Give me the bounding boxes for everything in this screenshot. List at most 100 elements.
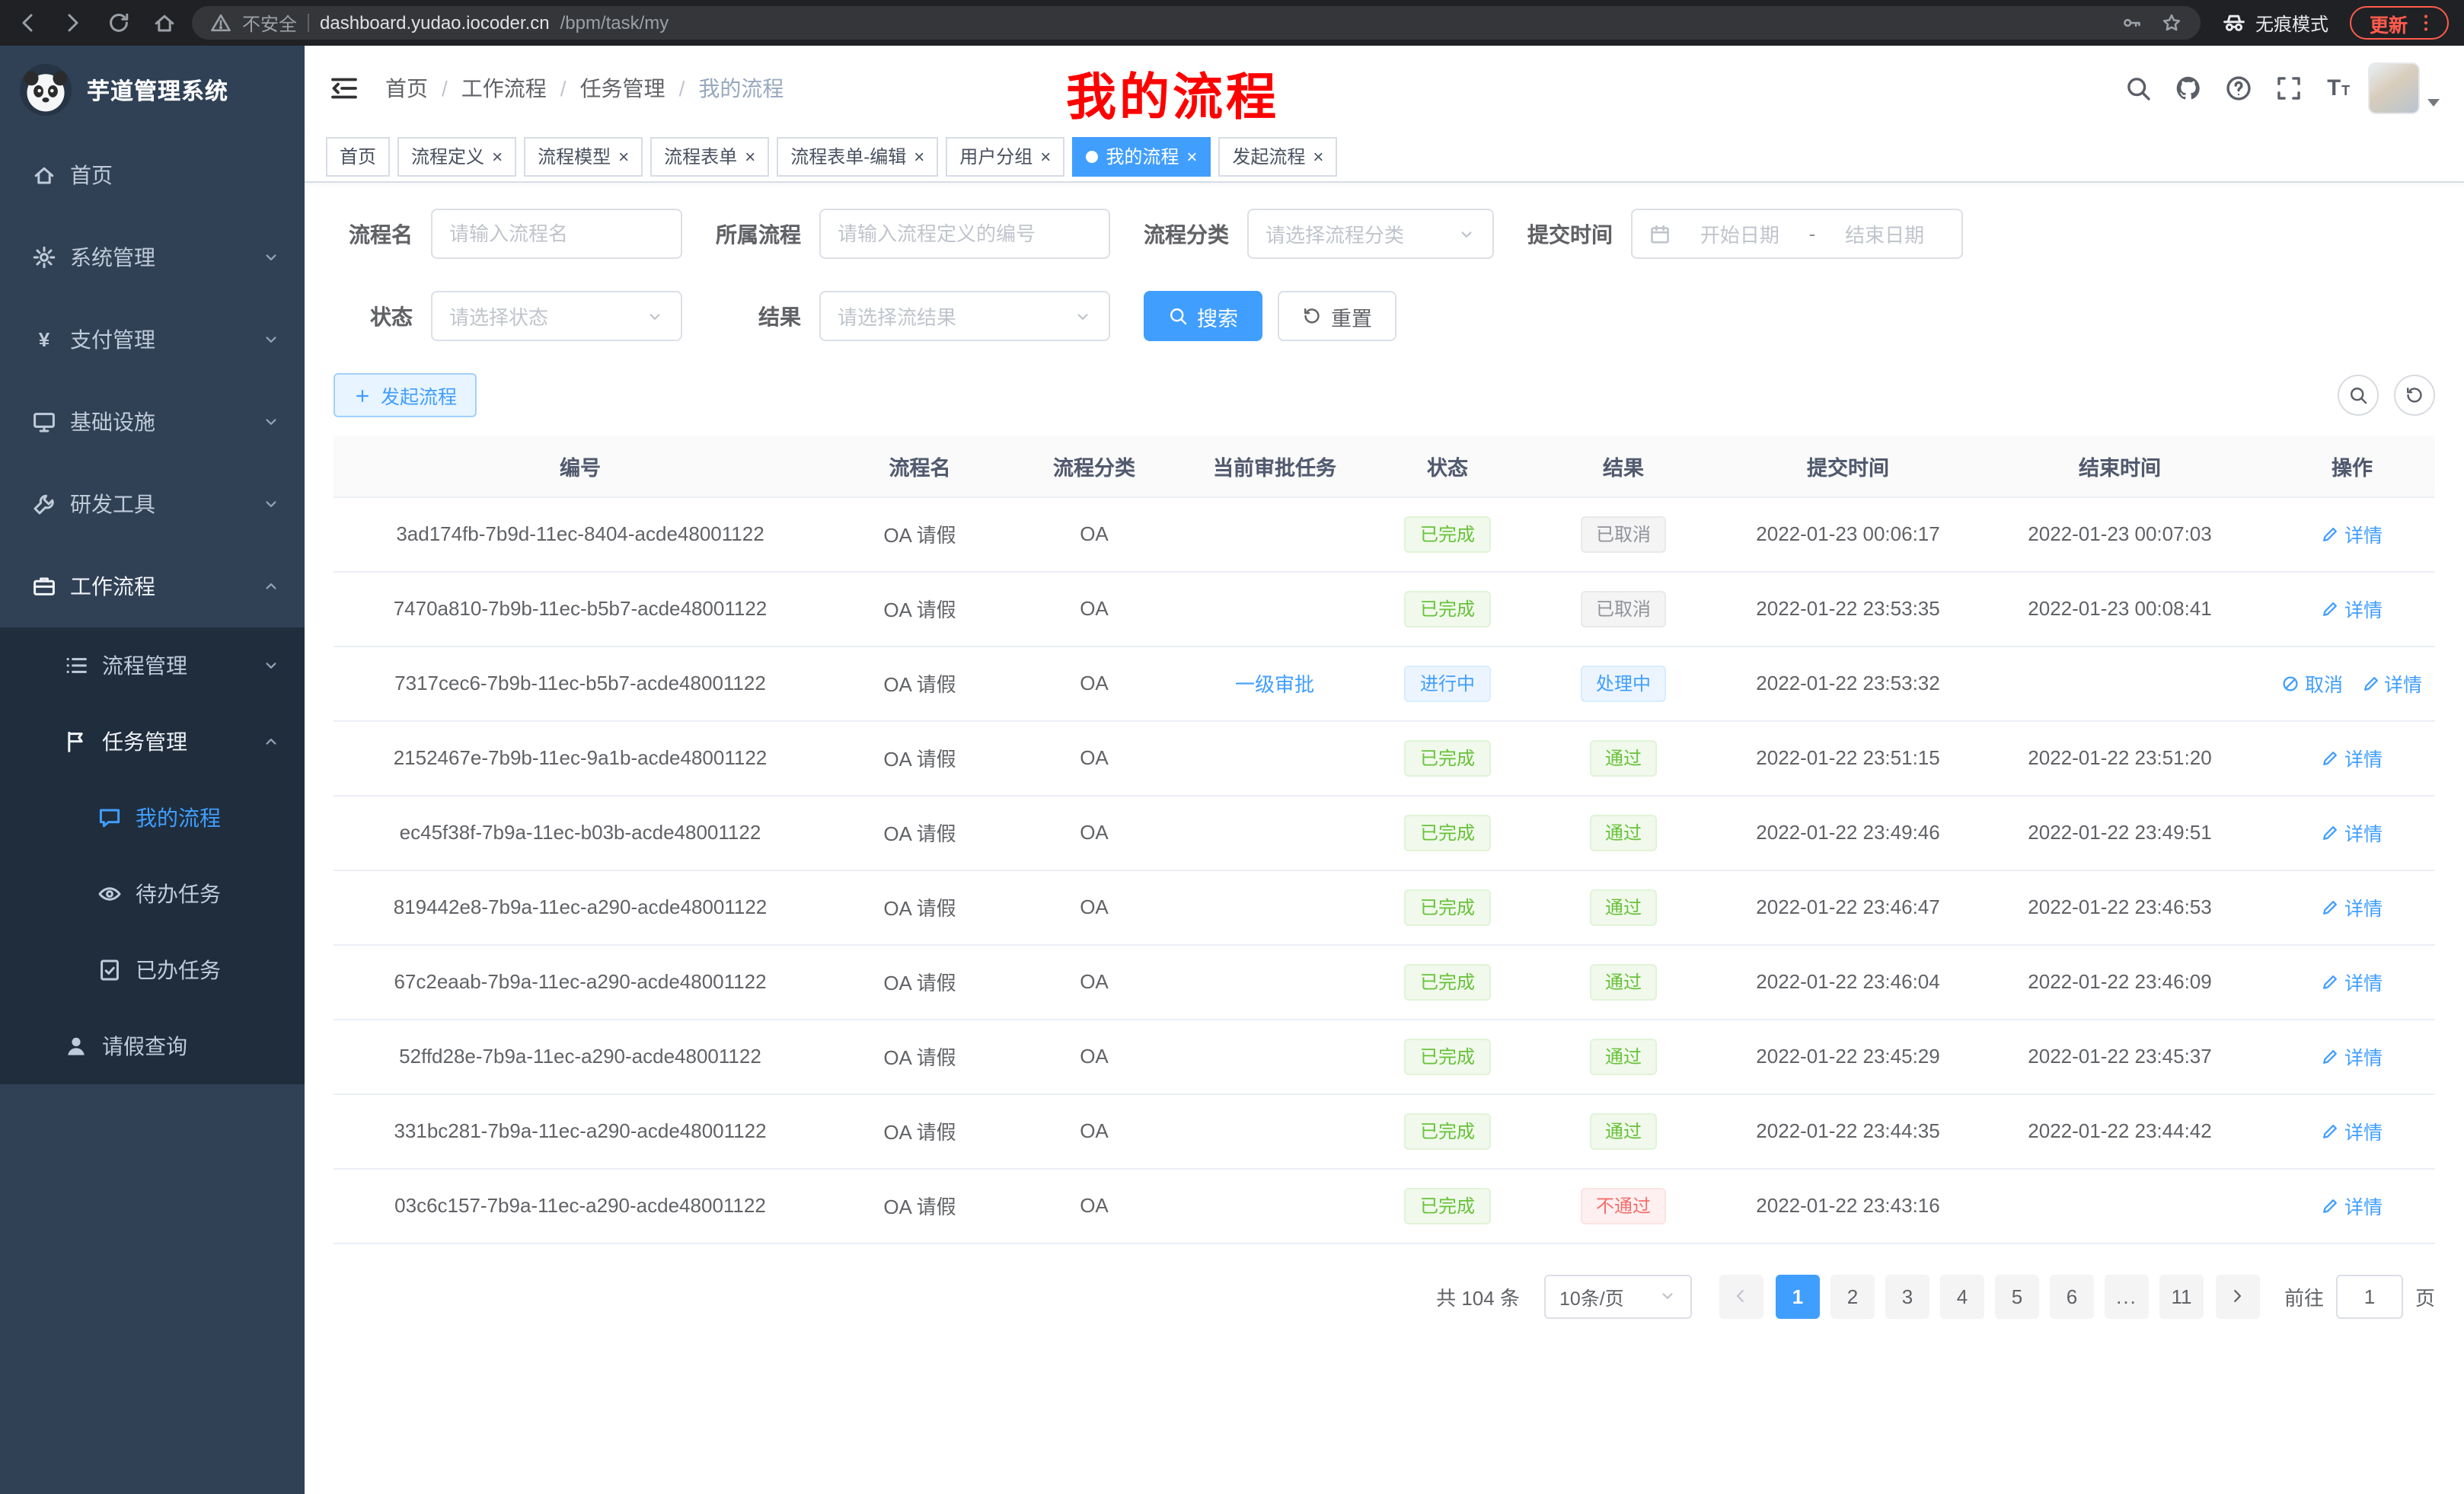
user-avatar-menu[interactable] bbox=[2368, 62, 2440, 114]
cell-category: OA bbox=[1013, 720, 1176, 795]
bookmark-star-icon[interactable] bbox=[2161, 12, 2182, 34]
detail-link[interactable]: 详情 bbox=[2322, 594, 2383, 623]
page-button-1[interactable]: 1 bbox=[1776, 1274, 1820, 1318]
back-icon[interactable] bbox=[15, 11, 40, 35]
parent-process-input[interactable] bbox=[838, 222, 1092, 245]
fullscreen-icon[interactable] bbox=[2275, 75, 2303, 102]
breadcrumb: 首页/工作流程/任务管理/我的流程 bbox=[385, 73, 784, 104]
sidebar-item-payment-management[interactable]: ¥支付管理 bbox=[0, 298, 305, 381]
process-name-input[interactable] bbox=[449, 222, 664, 245]
sidebar-item-infrastructure[interactable]: 基础设施 bbox=[0, 381, 305, 463]
svg-text:¥: ¥ bbox=[39, 328, 50, 351]
sidebar-item-label: 任务管理 bbox=[102, 726, 187, 757]
cell-status: 已完成 bbox=[1374, 944, 1521, 1019]
page-size-select[interactable]: 10条/页 bbox=[1544, 1274, 1692, 1318]
reload-icon[interactable] bbox=[107, 11, 131, 35]
sidebar-item-home[interactable]: 首页 bbox=[0, 134, 305, 216]
close-icon[interactable]: × bbox=[914, 147, 924, 165]
detail-link[interactable]: 详情 bbox=[2361, 669, 2422, 698]
result-tag: 通过 bbox=[1590, 963, 1657, 1000]
result-tag: 通过 bbox=[1590, 814, 1657, 851]
detail-link[interactable]: 详情 bbox=[2322, 1191, 2383, 1220]
tab-process-form-edit[interactable]: 流程表单-编辑× bbox=[777, 136, 938, 176]
tab-home[interactable]: 首页 bbox=[326, 136, 390, 176]
tab-process-form[interactable]: 流程表单× bbox=[650, 136, 769, 176]
sidebar-item-todo-task[interactable]: 待办任务 bbox=[0, 856, 305, 932]
page-button-5[interactable]: 5 bbox=[1995, 1274, 2039, 1318]
detail-link[interactable]: 详情 bbox=[2322, 743, 2383, 772]
tab-start-process[interactable]: 发起流程× bbox=[1218, 136, 1337, 176]
goto-unit: 页 bbox=[2415, 1282, 2435, 1310]
status-tag: 已完成 bbox=[1405, 963, 1490, 1000]
detail-link[interactable]: 详情 bbox=[2322, 1042, 2383, 1071]
github-icon[interactable] bbox=[2175, 75, 2202, 102]
home-icon[interactable] bbox=[152, 11, 177, 35]
breadcrumb-item[interactable]: 任务管理 bbox=[580, 73, 665, 104]
close-icon[interactable]: × bbox=[618, 147, 629, 165]
refresh-list-button[interactable] bbox=[2394, 375, 2435, 416]
tags-view: 首页流程定义×流程模型×流程表单×流程表单-编辑×用户分组×我的流程×发起流程× bbox=[305, 131, 2464, 183]
tab-process-model[interactable]: 流程模型× bbox=[524, 136, 643, 176]
page-ellipsis[interactable]: ... bbox=[2105, 1274, 2149, 1318]
detail-link[interactable]: 详情 bbox=[2322, 519, 2383, 548]
detail-link[interactable]: 详情 bbox=[2322, 967, 2383, 996]
goto-page-input[interactable] bbox=[2336, 1274, 2403, 1318]
cell-category: OA bbox=[1013, 496, 1176, 571]
detail-link[interactable]: 详情 bbox=[2322, 818, 2383, 847]
sidebar-item-workflow[interactable]: 工作流程 bbox=[0, 545, 305, 627]
sidebar-item-my-process[interactable]: 我的流程 bbox=[0, 780, 305, 856]
cell-actions: 详情 bbox=[2269, 944, 2435, 1019]
password-key-icon[interactable] bbox=[2121, 12, 2143, 34]
close-icon[interactable]: × bbox=[1040, 147, 1051, 165]
detail-link[interactable]: 详情 bbox=[2322, 1116, 2383, 1145]
result-select[interactable]: 请选择流结果 bbox=[819, 291, 1110, 341]
help-icon[interactable] bbox=[2225, 75, 2252, 102]
prev-page-button[interactable] bbox=[1719, 1274, 1763, 1318]
edit-icon bbox=[2322, 599, 2340, 618]
cell-status: 进行中 bbox=[1374, 646, 1521, 720]
category-select[interactable]: 请选择流程分类 bbox=[1247, 209, 1494, 259]
tab-user-group[interactable]: 用户分组× bbox=[946, 136, 1064, 176]
tab-process-definition[interactable]: 流程定义× bbox=[397, 136, 516, 176]
page-button-4[interactable]: 4 bbox=[1940, 1274, 1984, 1318]
page-button-2[interactable]: 2 bbox=[1830, 1274, 1875, 1318]
cancel-link[interactable]: 取消 bbox=[2282, 669, 2343, 698]
sidebar-item-process-management[interactable]: 流程管理 bbox=[0, 627, 305, 704]
page-button-11[interactable]: 11 bbox=[2159, 1274, 2204, 1318]
table-row: 52ffd28e-7b9a-11ec-a290-acde48001122OA 请… bbox=[334, 1019, 2435, 1093]
sidebar-item-task-management[interactable]: 任务管理 bbox=[0, 704, 305, 780]
search-icon[interactable] bbox=[2124, 75, 2152, 102]
top-navbar: 首页/工作流程/任务管理/我的流程 我的流程 TT bbox=[305, 46, 2464, 131]
cell-current-task bbox=[1176, 1168, 1374, 1243]
sidebar-item-system-management[interactable]: 系统管理 bbox=[0, 216, 305, 298]
close-icon[interactable]: × bbox=[1186, 147, 1197, 165]
update-button[interactable]: 更新 bbox=[2350, 6, 2449, 40]
status-select[interactable]: 请选择状态 bbox=[431, 291, 682, 341]
close-icon[interactable]: × bbox=[745, 147, 755, 165]
sidebar-item-leave-query[interactable]: 请假查询 bbox=[0, 1008, 305, 1084]
fontsize-icon[interactable]: TT bbox=[2325, 75, 2353, 102]
toggle-search-button[interactable] bbox=[2338, 375, 2379, 416]
cell-result: 不通过 bbox=[1521, 1168, 1725, 1243]
address-bar[interactable]: 不安全 dashboard.yudao.iocoder.cn/bpm/task/… bbox=[192, 6, 2201, 40]
reset-button[interactable]: 重置 bbox=[1278, 291, 1396, 341]
close-icon[interactable]: × bbox=[1313, 147, 1323, 165]
forward-icon[interactable] bbox=[61, 11, 85, 35]
page-button-3[interactable]: 3 bbox=[1885, 1274, 1929, 1318]
breadcrumb-item[interactable]: 工作流程 bbox=[461, 73, 547, 104]
close-icon[interactable]: × bbox=[492, 147, 503, 165]
breadcrumb-item[interactable]: 首页 bbox=[385, 73, 428, 104]
sidebar-item-dev-tools[interactable]: 研发工具 bbox=[0, 463, 305, 545]
current-task-link[interactable]: 一级审批 bbox=[1235, 673, 1314, 696]
app-logo[interactable]: 芋道管理系统 bbox=[0, 46, 305, 134]
sidebar-item-done-task[interactable]: 已办任务 bbox=[0, 932, 305, 1008]
detail-link[interactable]: 详情 bbox=[2322, 892, 2383, 921]
start-process-button[interactable]: 发起流程 bbox=[334, 373, 477, 417]
tab-my-process[interactable]: 我的流程× bbox=[1072, 136, 1211, 176]
submit-time-range-picker[interactable]: 开始日期 - 结束日期 bbox=[1631, 209, 1963, 259]
sidebar-collapse-icon[interactable] bbox=[329, 73, 359, 104]
next-page-button[interactable] bbox=[2216, 1274, 2260, 1318]
page-button-6[interactable]: 6 bbox=[2050, 1274, 2094, 1318]
search-button[interactable]: 搜索 bbox=[1144, 291, 1262, 341]
cell-actions: 详情 bbox=[2269, 1093, 2435, 1168]
